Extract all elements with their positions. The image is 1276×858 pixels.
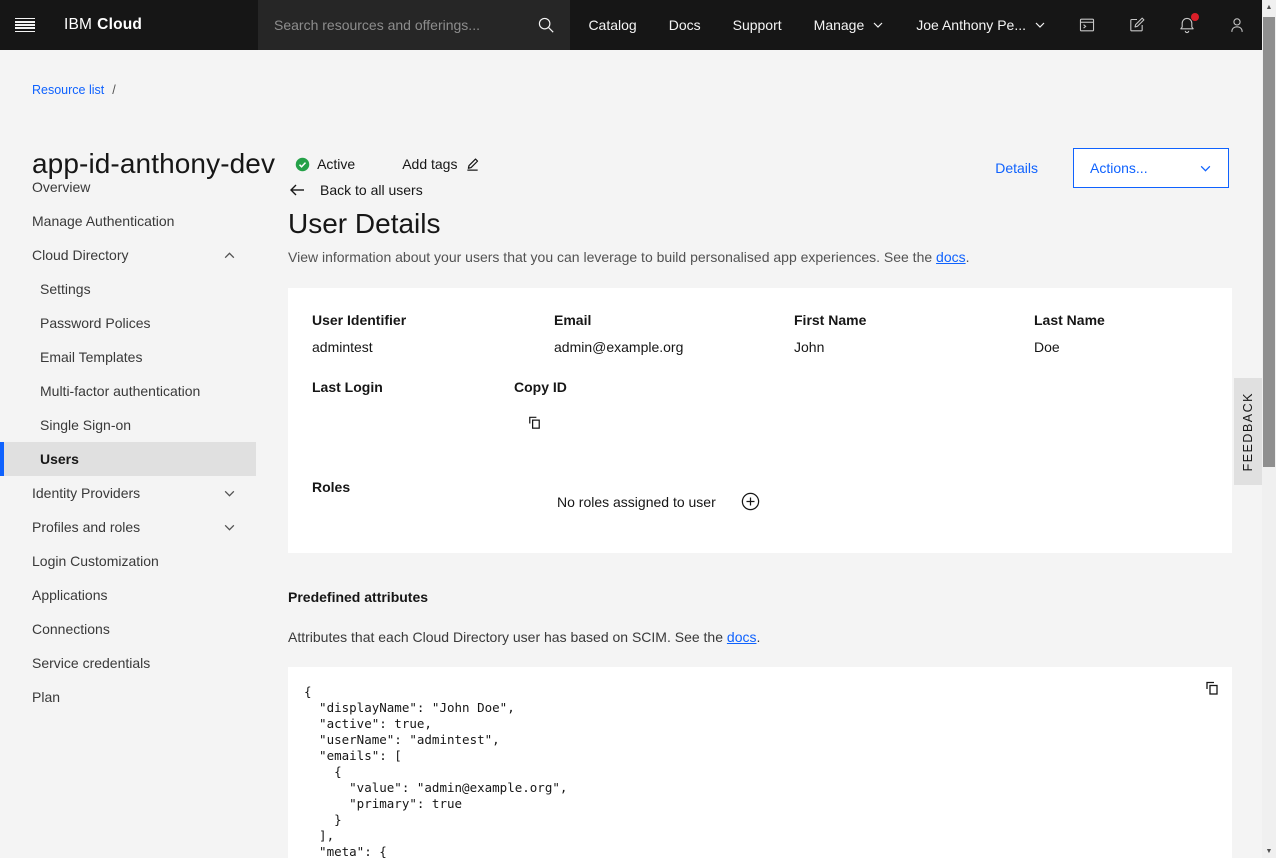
sidebar-item-manage-authentication[interactable]: Manage Authentication bbox=[0, 204, 256, 238]
sidebar-item-plan[interactable]: Plan bbox=[0, 680, 256, 714]
web-terminal-button[interactable] bbox=[1062, 0, 1112, 50]
page-title: User Details bbox=[288, 208, 1232, 240]
predefined-attributes-heading: Predefined attributes bbox=[288, 589, 1232, 605]
field-label: Last Name bbox=[1034, 312, 1105, 328]
user-icon bbox=[1226, 14, 1248, 36]
field-label: Email bbox=[554, 312, 591, 328]
last-name-value: Doe bbox=[1034, 339, 1060, 355]
ibm-cloud-logo[interactable]: IBM Cloud bbox=[64, 0, 142, 50]
content-area: Overview Manage Authentication Cloud Dir… bbox=[0, 160, 1276, 858]
chevron-down-icon bbox=[223, 487, 236, 500]
search-input[interactable] bbox=[258, 17, 522, 33]
chevron-down-icon bbox=[1199, 162, 1212, 175]
breadcrumb-separator: / bbox=[112, 83, 115, 97]
nav-catalog[interactable]: Catalog bbox=[572, 0, 652, 50]
main-panel: Back to all users User Details View info… bbox=[288, 160, 1232, 858]
nav-docs[interactable]: Docs bbox=[653, 0, 717, 50]
search-button[interactable] bbox=[522, 0, 570, 50]
add-role-button[interactable] bbox=[740, 491, 761, 512]
brand-cloud: Cloud bbox=[97, 16, 142, 34]
copy-id-button[interactable] bbox=[526, 414, 543, 431]
sidebar-item-users[interactable]: Users bbox=[0, 442, 256, 476]
terminal-icon bbox=[1076, 14, 1098, 36]
edit-icon bbox=[1126, 14, 1148, 36]
scrollbar-down-arrow[interactable]: ▼ bbox=[1262, 844, 1276, 858]
status-badge: Active bbox=[295, 156, 355, 172]
chevron-up-icon bbox=[223, 249, 236, 262]
sidebar-item-profiles-and-roles[interactable]: Profiles and roles bbox=[0, 510, 256, 544]
header-search bbox=[258, 0, 570, 50]
chevron-down-icon bbox=[1034, 19, 1046, 31]
actions-dropdown[interactable]: Actions... bbox=[1073, 148, 1229, 188]
first-name-value: John bbox=[794, 339, 824, 355]
docs-link[interactable]: docs bbox=[936, 249, 966, 265]
status-label: Active bbox=[317, 156, 355, 172]
add-circle-icon bbox=[740, 491, 761, 512]
copy-id-label: Copy ID bbox=[514, 379, 567, 395]
sidebar-item-login-customization[interactable]: Login Customization bbox=[0, 544, 256, 578]
arrow-left-icon bbox=[288, 182, 306, 198]
copy-code-button[interactable] bbox=[1203, 679, 1221, 697]
sidebar-item-email-templates[interactable]: Email Templates bbox=[0, 340, 256, 374]
sidebar-item-single-sign-on[interactable]: Single Sign-on bbox=[0, 408, 256, 442]
header-right-group: Catalog Docs Support Manage Joe Anthony … bbox=[572, 0, 1262, 50]
notification-dot bbox=[1191, 13, 1199, 21]
copy-icon bbox=[1203, 679, 1221, 697]
scim-json-code: { "displayName": "John Doe", "active": t… bbox=[304, 684, 1216, 858]
page-header: Resource list / app-id-anthony-dev Activ… bbox=[0, 50, 1276, 160]
check-circle-icon bbox=[295, 157, 310, 172]
brand-ibm: IBM bbox=[64, 16, 92, 34]
notifications-button[interactable] bbox=[1162, 0, 1212, 50]
sidebar-nav: Overview Manage Authentication Cloud Dir… bbox=[0, 160, 256, 714]
scrollbar-up-arrow[interactable]: ▲ bbox=[1262, 0, 1276, 14]
scim-attributes-code-block: { "displayName": "John Doe", "active": t… bbox=[288, 667, 1232, 858]
hamburger-icon bbox=[15, 18, 35, 33]
feedback-tab[interactable]: FEEDBACK bbox=[1234, 378, 1262, 485]
user-identifier-value: admintest bbox=[312, 339, 373, 355]
hamburger-menu-button[interactable] bbox=[0, 0, 50, 50]
search-icon bbox=[537, 16, 555, 34]
predefined-attributes-description: Attributes that each Cloud Directory use… bbox=[288, 629, 1232, 645]
sidebar-item-cloud-directory[interactable]: Cloud Directory bbox=[0, 238, 256, 272]
scrollbar-thumb[interactable] bbox=[1263, 17, 1275, 467]
account-menu[interactable]: Joe Anthony Pe... bbox=[900, 0, 1062, 50]
field-label: User Identifier bbox=[312, 312, 406, 328]
sidebar-item-multi-factor-authentication[interactable]: Multi-factor authentication bbox=[0, 374, 256, 408]
sidebar-item-settings[interactable]: Settings bbox=[0, 272, 256, 306]
edit-pencil-icon bbox=[465, 157, 480, 172]
page-scrollbar[interactable]: ▲ ▼ bbox=[1262, 0, 1276, 858]
nav-manage[interactable]: Manage bbox=[798, 0, 901, 50]
copy-icon bbox=[526, 414, 543, 431]
chevron-down-icon bbox=[872, 19, 884, 31]
breadcrumb: Resource list / bbox=[32, 83, 116, 97]
sidebar-item-service-credentials[interactable]: Service credentials bbox=[0, 646, 256, 680]
sidebar-item-overview[interactable]: Overview bbox=[0, 170, 256, 204]
user-details-card: User Identifier Email First Name Last Na… bbox=[288, 288, 1232, 553]
field-label: First Name bbox=[794, 312, 866, 328]
docs-link[interactable]: docs bbox=[727, 629, 757, 645]
roles-empty-text: No roles assigned to user bbox=[557, 494, 716, 510]
email-value: admin@example.org bbox=[554, 339, 683, 355]
sidebar-item-password-polices[interactable]: Password Polices bbox=[0, 306, 256, 340]
page-description: View information about your users that y… bbox=[288, 249, 1232, 265]
add-tags-button[interactable]: Add tags bbox=[402, 156, 480, 172]
last-login-label: Last Login bbox=[312, 379, 383, 395]
edit-feedback-button[interactable] bbox=[1112, 0, 1162, 50]
nav-support[interactable]: Support bbox=[717, 0, 798, 50]
chevron-down-icon bbox=[223, 521, 236, 534]
breadcrumb-resource-list-link[interactable]: Resource list bbox=[32, 83, 104, 97]
sidebar-item-connections[interactable]: Connections bbox=[0, 612, 256, 646]
details-link[interactable]: Details bbox=[995, 160, 1038, 176]
roles-label: Roles bbox=[312, 479, 350, 495]
profile-button[interactable] bbox=[1212, 0, 1262, 50]
top-header: IBM Cloud Catalog Docs Support Manage Jo… bbox=[0, 0, 1276, 50]
sidebar-item-applications[interactable]: Applications bbox=[0, 578, 256, 612]
sidebar-item-identity-providers[interactable]: Identity Providers bbox=[0, 476, 256, 510]
